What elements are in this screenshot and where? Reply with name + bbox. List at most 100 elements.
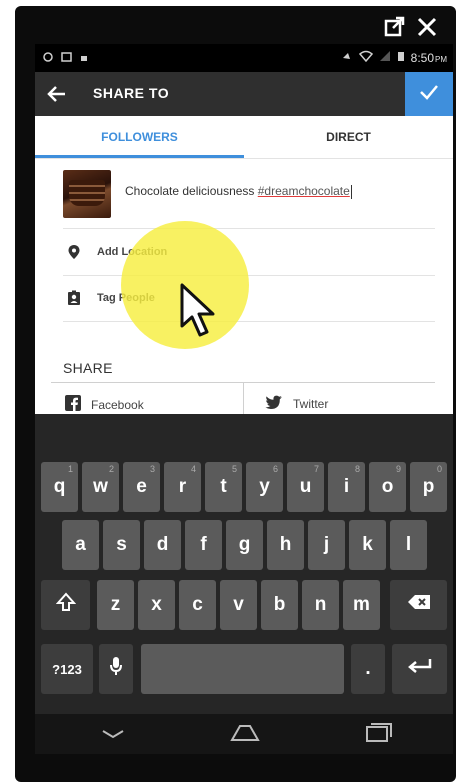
key-i[interactable]: i8 [328, 462, 365, 512]
window-controls [384, 16, 438, 38]
key-g[interactable]: g [226, 520, 263, 570]
key-k[interactable]: k [349, 520, 386, 570]
hide-keyboard-icon[interactable] [99, 723, 127, 748]
enter-key[interactable] [392, 644, 447, 694]
symbols-key[interactable]: ?123 [41, 644, 93, 694]
key-t[interactable]: t5 [205, 462, 242, 512]
key-q[interactable]: q1 [41, 462, 78, 512]
tag-people-row[interactable]: Tag People [63, 276, 435, 322]
key-z[interactable]: z [97, 580, 134, 630]
tab-bar: FOLLOWERS DIRECT [35, 116, 453, 159]
page-title: SHARE TO [93, 85, 170, 101]
key-d[interactable]: d [144, 520, 181, 570]
close-icon[interactable] [416, 16, 438, 38]
key-a[interactable]: a [62, 520, 99, 570]
share-targets: Facebook Twitter [51, 383, 435, 414]
caption-input[interactable]: Chocolate deliciousness #dreamchocolate [125, 184, 352, 199]
enter-icon [407, 658, 433, 680]
wifi-icon [358, 50, 373, 65]
status-time: 8:50PM [410, 50, 447, 65]
checkmark-icon [418, 81, 440, 108]
key-number-hint: 4 [190, 464, 196, 474]
key-number-hint: 3 [149, 464, 155, 474]
key-label: t [220, 476, 227, 497]
soft-keyboard: q 1 w 2 e 3 r 4 t 5 y 6 u 7 i 8 o 9 p 0 a s d f g h j k l z x c v b n m ?123… [35, 414, 453, 714]
twitter-icon [265, 395, 283, 413]
text-caret [350, 184, 352, 199]
home-icon[interactable] [230, 723, 260, 748]
key-number-hint: 6 [272, 464, 278, 474]
key-l[interactable]: l [390, 520, 427, 570]
share-heading: SHARE [63, 360, 113, 376]
caption-row: Chocolate deliciousness #dreamchocolate [63, 168, 435, 229]
key-label: q [53, 476, 66, 497]
key-r[interactable]: r4 [164, 462, 201, 512]
facebook-label: Facebook [91, 397, 144, 412]
key-number-hint: 5 [231, 464, 237, 474]
share-facebook[interactable]: Facebook [65, 395, 144, 414]
key-label: y [259, 476, 270, 497]
key-label: u [299, 476, 312, 497]
share-twitter[interactable]: Twitter [265, 395, 328, 413]
key-n[interactable]: n [302, 580, 339, 630]
key-number-hint: 7 [313, 464, 319, 474]
post-thumbnail [63, 170, 111, 218]
shift-icon [55, 592, 76, 618]
key-label: o [381, 476, 394, 497]
key-y[interactable]: y6 [246, 462, 283, 512]
key-j[interactable]: j [308, 520, 345, 570]
screen-notification-icon [61, 51, 72, 65]
key-v[interactable]: v [220, 580, 257, 630]
key-number-hint: 2 [108, 464, 114, 474]
key-number-hint: 9 [395, 464, 401, 474]
circle-notification-icon [43, 51, 53, 65]
app-bar: SHARE TO [35, 72, 453, 116]
key-b[interactable]: b [261, 580, 298, 630]
key-c[interactable]: c [179, 580, 216, 630]
key-label: i [343, 476, 350, 497]
tab-followers[interactable]: FOLLOWERS [35, 116, 244, 158]
key-u[interactable]: u7 [287, 462, 324, 512]
tab-direct[interactable]: DIRECT [244, 116, 453, 158]
key-x[interactable]: x [138, 580, 175, 630]
mute-icon [341, 50, 353, 65]
lock-notification-icon [80, 51, 88, 65]
facebook-icon [65, 395, 81, 414]
key-label: e [136, 476, 147, 497]
popout-icon[interactable] [384, 16, 406, 38]
spacebar[interactable] [141, 644, 344, 694]
battery-icon [397, 50, 405, 65]
signal-icon [379, 50, 391, 65]
confirm-button[interactable] [405, 72, 453, 116]
shift-key[interactable] [41, 580, 90, 630]
key-m[interactable]: m [343, 580, 380, 630]
key-e[interactable]: e3 [123, 462, 160, 512]
key-s[interactable]: s [103, 520, 140, 570]
period-key[interactable]: . [351, 644, 385, 694]
share-separator [243, 383, 244, 414]
microphone-icon [109, 656, 123, 682]
back-arrow-icon[interactable] [45, 82, 69, 111]
backspace-icon [407, 594, 431, 616]
key-number-hint: 1 [67, 464, 73, 474]
key-h[interactable]: h [267, 520, 304, 570]
key-number-hint: 8 [354, 464, 360, 474]
mouse-pointer-icon [179, 282, 219, 345]
key-label: r [178, 476, 187, 497]
status-bar: 8:50PM [35, 44, 453, 72]
tag-people-icon [67, 290, 81, 311]
twitter-label: Twitter [293, 397, 329, 411]
key-w[interactable]: w2 [82, 462, 119, 512]
navigation-bar [35, 714, 453, 754]
key-label: w [93, 476, 108, 497]
key-f[interactable]: f [185, 520, 222, 570]
caption-hashtag: #dreamchocolate [257, 184, 350, 198]
key-p[interactable]: p0 [410, 462, 447, 512]
recents-icon[interactable] [363, 723, 393, 748]
key-o[interactable]: o9 [369, 462, 406, 512]
mic-key[interactable] [99, 644, 133, 694]
add-location-row[interactable]: Add Location [63, 230, 435, 276]
backspace-key[interactable] [390, 580, 447, 630]
caption-text: Chocolate deliciousness [125, 184, 258, 198]
key-label: p [422, 476, 435, 497]
